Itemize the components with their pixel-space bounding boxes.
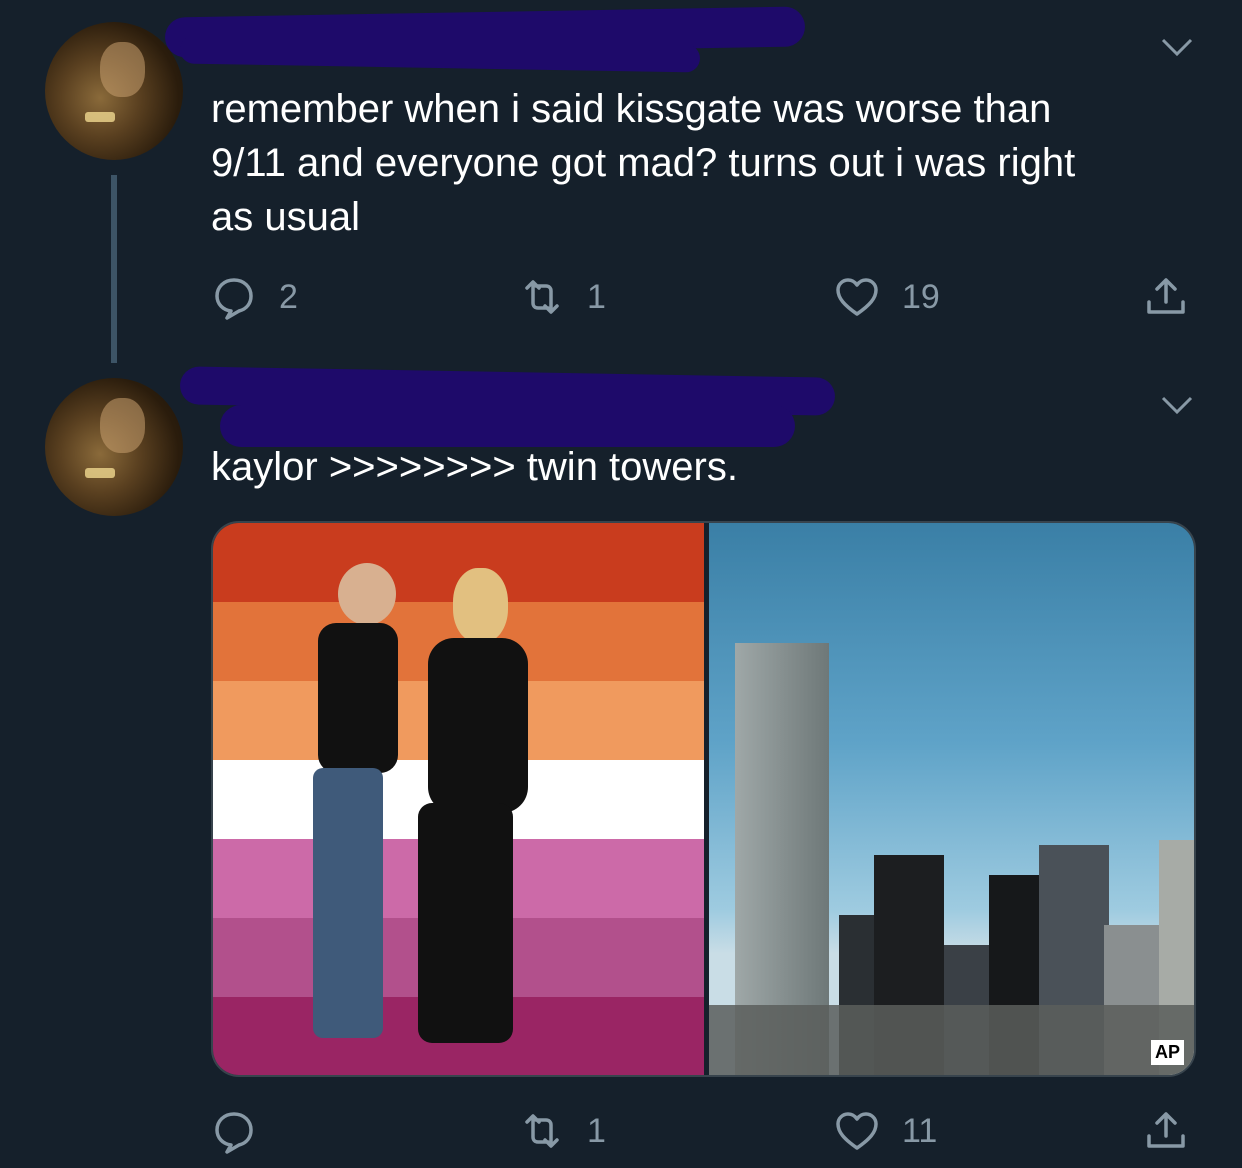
chevron-down-icon[interactable] [1157, 390, 1197, 420]
like-count: 11 [902, 1111, 938, 1150]
like-button[interactable]: 19 [834, 272, 940, 322]
reply-icon [215, 1112, 253, 1154]
retweet-count: 1 [587, 1111, 606, 1150]
retweet-button[interactable]: 1 [519, 272, 606, 322]
thread-connector [111, 175, 117, 363]
like-button[interactable]: 11 [834, 1106, 937, 1156]
tweet-media[interactable]: AP [211, 521, 1196, 1077]
reply-button[interactable] [211, 1106, 279, 1156]
share-button[interactable] [1143, 1106, 1189, 1156]
person-figure [418, 803, 513, 1043]
reply-icon [215, 278, 253, 320]
share-button[interactable] [1143, 272, 1189, 322]
share-icon [1147, 1112, 1185, 1148]
person-figure [338, 563, 396, 625]
person-figure [318, 623, 398, 773]
retweet-button[interactable]: 1 [519, 1106, 606, 1156]
twin-towers-photo[interactable]: AP [709, 523, 1194, 1075]
retweet-icon [525, 1114, 559, 1148]
ap-watermark: AP [1150, 1040, 1184, 1065]
lesbian-flag-photo[interactable] [213, 523, 704, 1075]
chevron-down-icon[interactable] [1157, 32, 1197, 62]
person-figure [428, 638, 528, 813]
retweet-count: 1 [587, 277, 606, 316]
share-icon [1147, 278, 1185, 314]
tweet-text: remember when i said kissgate was worse … [211, 87, 1076, 239]
tweet-text: kaylor >>>>>>>> twin towers. [211, 445, 738, 489]
retweet-icon [525, 280, 559, 314]
person-figure [453, 568, 508, 643]
reply-count: 2 [279, 277, 298, 316]
building [709, 1005, 1194, 1075]
tweet-actions: 1 11 [211, 1106, 1211, 1156]
avatar[interactable] [45, 22, 183, 160]
tweet-actions: 2 1 19 [211, 272, 1211, 322]
person-figure [313, 768, 383, 1038]
like-count: 19 [902, 277, 940, 316]
like-icon [836, 1112, 878, 1150]
like-icon [836, 278, 878, 316]
reply-button[interactable]: 2 [211, 272, 298, 322]
avatar[interactable] [45, 378, 183, 516]
